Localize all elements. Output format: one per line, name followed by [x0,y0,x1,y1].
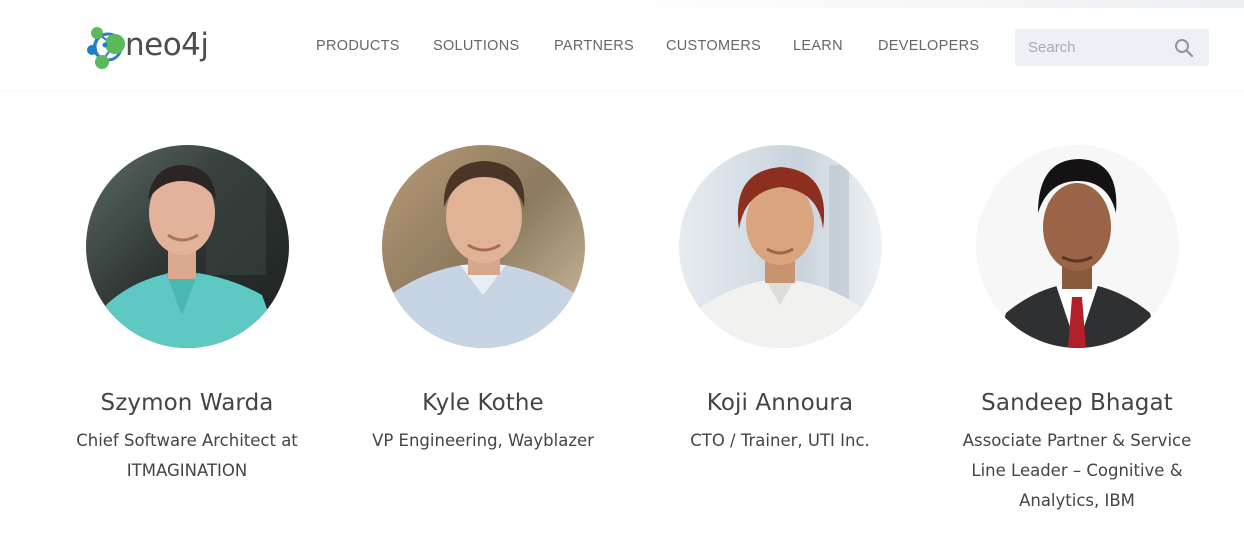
nav-item-solutions[interactable]: SOLUTIONS [433,38,520,54]
speaker-name: Koji Annoura [706,390,854,416]
speaker-card: Szymon Warda Chief Software Architect at… [47,145,327,486]
avatar [975,145,1179,348]
avatar [381,145,585,348]
nav-item-products[interactable]: PRODUCTS [316,38,400,54]
speaker-name: Szymon Warda [100,390,274,416]
search-box [1015,29,1209,66]
top-navigation-bar: neo4j PRODUCTS SOLUTIONS PARTNERS CUSTOM… [0,0,1244,90]
nav-item-customers[interactable]: CUSTOMERS [666,38,761,54]
speaker-photo [975,145,1179,348]
graph-logo-icon [87,27,125,69]
neo4j-logo[interactable]: neo4j [84,24,224,70]
nav-item-partners[interactable]: PARTNERS [554,38,634,54]
speaker-photo [85,145,289,348]
logo-wordmark: neo4j [125,27,209,63]
avatar [678,145,882,348]
nav-item-learn[interactable]: LEARN [793,38,843,54]
speaker-name: Sandeep Bhagat [981,390,1173,416]
avatar [85,145,289,348]
nav-item-developers[interactable]: DEVELOPERS [878,38,979,54]
speaker-title: VP Engineering, Wayblazer [372,431,594,450]
speaker-title: Associate Partner & Service Line Leader … [962,431,1192,510]
speaker-photo [381,145,585,348]
speaker-title: Chief Software Architect at ITMAGINATION [76,431,298,480]
speaker-card: Koji Annoura CTO / Trainer, UTI Inc. [640,145,920,456]
search-icon[interactable] [1174,38,1194,58]
search-input[interactable] [1015,29,1165,66]
speaker-card: Kyle Kothe VP Engineering, Wayblazer [343,145,623,456]
speaker-name: Kyle Kothe [422,390,544,416]
speaker-title: CTO / Trainer, UTI Inc. [690,431,870,450]
speaker-photo [678,145,882,348]
speaker-card: Sandeep Bhagat Associate Partner & Servi… [937,145,1217,516]
